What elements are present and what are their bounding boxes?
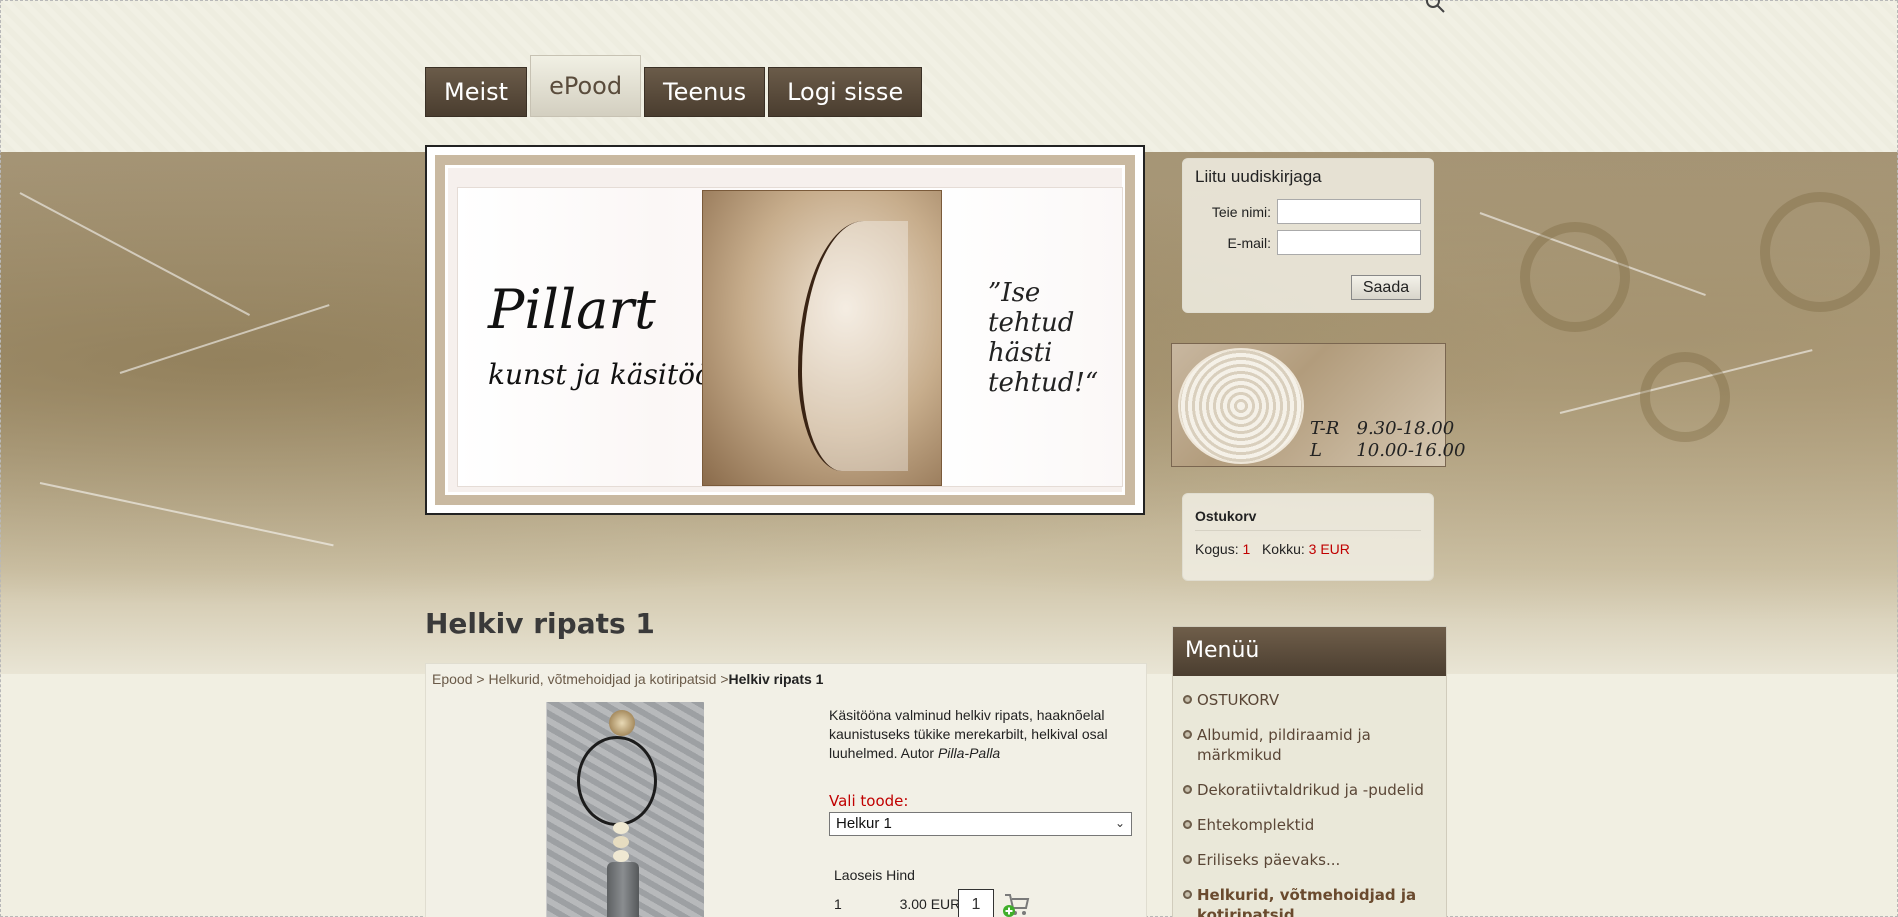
newsletter-submit-button[interactable]: Saada — [1351, 275, 1421, 300]
bone-bead — [613, 822, 629, 834]
menu-item-dekoratiivtaldrikud[interactable]: Dekoratiivtaldrikud ja -pudelid — [1183, 780, 1434, 800]
reflective-tassel — [607, 862, 639, 917]
doily-clock-image — [1178, 348, 1304, 464]
stock-value: 1 — [834, 896, 842, 912]
breadcrumb-separator: > — [472, 671, 489, 687]
bullet-icon — [1183, 820, 1192, 829]
cart-qty-label: Kogus: — [1195, 541, 1239, 557]
cart-summary: Ostukorv Kogus: 1 Kokku: 3 EUR — [1182, 493, 1434, 581]
bone-bead — [613, 850, 629, 862]
bullet-icon — [1183, 890, 1192, 899]
menu-item-ehtekomplektid[interactable]: Ehtekomplektid — [1183, 815, 1434, 835]
tab-teenus[interactable]: Teenus — [644, 67, 766, 117]
tab-meist[interactable]: Meist — [425, 67, 528, 117]
cart-total-value: 3 EUR — [1308, 541, 1350, 557]
bullet-icon — [1183, 785, 1192, 794]
hours-weekdays: T-R 9.30-18.00 — [1310, 418, 1455, 439]
menu-item-label: Eriliseks päevaks... — [1197, 851, 1341, 869]
cord-shape — [577, 736, 657, 826]
cart-qty-value: 1 — [1242, 541, 1251, 557]
logo-subtitle: kunst ja käsitöö — [488, 358, 712, 391]
face-profile-shape — [798, 221, 908, 471]
banner-image: Pillart kunst ja käsitöö ”Ise tehtud häs… — [457, 187, 1123, 487]
newsletter-email-row: E-mail: — [1195, 230, 1421, 255]
hours-saturday: L 10.00-16.00 — [1310, 440, 1466, 461]
newsletter-box: Liitu uudiskirjaga Teie nimi: E-mail: Sa… — [1182, 158, 1434, 313]
category-menu: Menüü OSTUKORV Albumid, pildiraamid ja m… — [1172, 626, 1447, 917]
quote-line: tehtud — [988, 308, 1075, 338]
main-nav: Meist ePood Teenus Logi sisse — [425, 55, 923, 117]
product-content: Epood > Helkurid, võtmehoidjad ja kotiri… — [425, 663, 1147, 917]
cart-line: Kogus: 1 Kokku: 3 EUR — [1195, 541, 1421, 557]
shell-bead — [609, 710, 635, 736]
menu-item-albumid[interactable]: Albumid, pildiraamid ja märkmikud — [1183, 725, 1434, 765]
chevron-down-icon: ⌄ — [1114, 816, 1125, 830]
quote-line: hästi — [988, 338, 1053, 368]
product-author: Pilla-Palla — [937, 745, 1001, 761]
menu-item-label: Albumid, pildiraamid ja märkmikud — [1197, 726, 1371, 764]
logo-quote: ”Ise tehtud hästi tehtud!“ — [988, 278, 1108, 398]
bullet-icon — [1183, 730, 1192, 739]
quote-line: tehtud!“ — [988, 368, 1099, 398]
product-image[interactable] — [546, 702, 704, 917]
menu-item-helkurid[interactable]: Helkurid, võtmehoidjad ja kotiripatsid — [1183, 885, 1434, 917]
header-banner[interactable]: Pillart kunst ja käsitöö ”Ise tehtud häs… — [425, 145, 1145, 515]
choose-product-label: Vali toode: — [829, 792, 909, 810]
menu-item-label: Dekoratiivtaldrikud ja -pudelid — [1197, 781, 1424, 799]
menu-item-label: Ehtekomplektid — [1197, 816, 1315, 834]
menu-title: Menüü — [1173, 627, 1446, 676]
menu-item-label: OSTUKORV — [1197, 691, 1280, 709]
tab-logi-sisse[interactable]: Logi sisse — [768, 67, 923, 117]
product-description: Käsitööna valminud helkiv ripats, haaknõ… — [829, 706, 1139, 763]
price-value: 3.00 EUR — [899, 896, 961, 912]
add-to-cart-icon[interactable] — [1001, 889, 1031, 917]
menu-list: OSTUKORV Albumid, pildiraamid ja märkmik… — [1173, 676, 1446, 917]
bullet-icon — [1183, 855, 1192, 864]
product-variant-select[interactable]: Helkur 1 ⌄ — [829, 812, 1132, 836]
stock-price-row: 1 3.00 EUR — [834, 896, 960, 912]
opening-hours-image: T-R 9.30-18.00 L 10.00-16.00 — [1171, 343, 1465, 467]
menu-item-eriliseks-paevaks[interactable]: Eriliseks päevaks... — [1183, 850, 1434, 870]
quantity-input[interactable]: 1 — [958, 889, 994, 917]
newsletter-title: Liitu uudiskirjaga — [1195, 167, 1322, 186]
cart-total-label: Kokku: — [1261, 541, 1305, 557]
selected-option: Helkur 1 — [836, 815, 892, 832]
name-label: Teie nimi: — [1211, 203, 1271, 220]
logo-title: Pillart — [488, 278, 656, 341]
newsletter-name-row: Teie nimi: — [1195, 199, 1421, 224]
quote-line: ”Ise — [988, 278, 1041, 308]
menu-item-label: Helkurid, võtmehoidjad ja kotiripatsid — [1197, 886, 1417, 917]
header-background — [0, 0, 1898, 152]
bullet-icon — [1183, 695, 1192, 704]
breadcrumb-current: Helkiv ripats 1 — [728, 671, 824, 687]
menu-item-ostukorv[interactable]: OSTUKORV — [1183, 690, 1434, 710]
tab-epood[interactable]: ePood — [530, 55, 642, 117]
cart-title: Ostukorv — [1195, 508, 1421, 531]
breadcrumb-category[interactable]: Helkurid, võtmehoidjad ja kotiripatsid — [488, 671, 716, 687]
face-illustration — [702, 190, 942, 486]
bone-bead — [613, 836, 629, 848]
page-title: Helkiv ripats 1 — [425, 607, 655, 640]
email-input[interactable] — [1277, 230, 1421, 255]
banner-frame: Pillart kunst ja käsitöö ”Ise tehtud häs… — [435, 155, 1135, 505]
name-input[interactable] — [1277, 199, 1421, 224]
email-label: E-mail: — [1227, 234, 1271, 251]
search-icon[interactable] — [1424, 0, 1446, 14]
breadcrumb-separator: > — [716, 671, 729, 687]
stock-price-header: Laoseis Hind — [834, 867, 915, 883]
breadcrumb: Epood > Helkurid, võtmehoidjad ja kotiri… — [432, 671, 823, 687]
breadcrumb-epood[interactable]: Epood — [432, 671, 472, 687]
